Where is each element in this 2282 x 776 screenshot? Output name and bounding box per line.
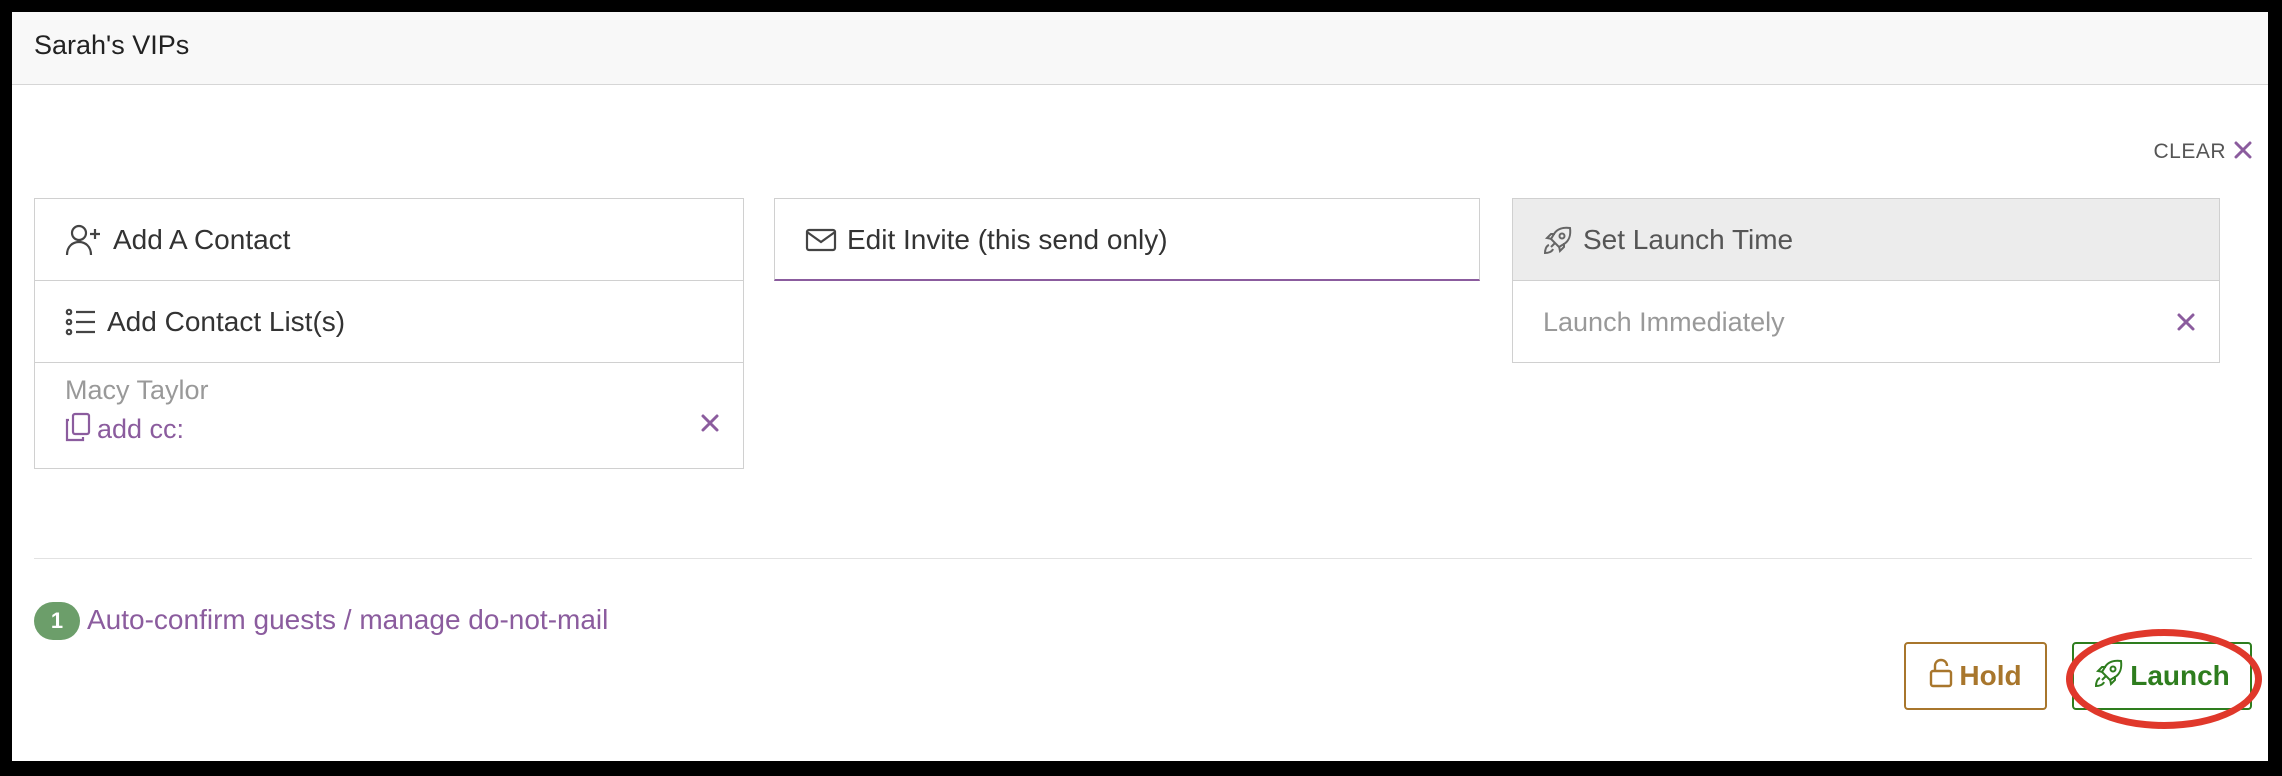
- copy-icon: [65, 412, 91, 447]
- launch-time-text: Launch Immediately: [1543, 306, 1785, 337]
- launch-time-panel: Set Launch Time Launch Immediately: [1512, 198, 2220, 363]
- set-launch-time-button[interactable]: Set Launch Time: [1513, 199, 2219, 281]
- edit-invite-label: Edit Invite (this send only): [847, 223, 1168, 255]
- add-contact-list-button[interactable]: Add Contact List(s): [35, 281, 743, 363]
- set-launch-time-label: Set Launch Time: [1583, 223, 1794, 255]
- invite-panel: Edit Invite (this send only): [774, 198, 1480, 281]
- add-user-icon: [65, 223, 103, 257]
- edit-invite-button[interactable]: Edit Invite (this send only): [775, 199, 1479, 280]
- launch-time-value[interactable]: Launch Immediately: [1513, 281, 2219, 363]
- rocket-icon: [2094, 658, 2124, 695]
- hold-label: Hold: [1959, 660, 2022, 691]
- hold-button[interactable]: Hold: [1904, 642, 2047, 710]
- close-icon: [2234, 141, 2252, 164]
- rocket-icon: [1543, 225, 1573, 255]
- launch-button[interactable]: Launch: [2072, 642, 2252, 710]
- add-cc-link[interactable]: add cc:: [65, 412, 209, 447]
- add-contact-list-label: Add Contact List(s): [107, 305, 346, 337]
- contact-name: Macy Taylor: [65, 375, 209, 405]
- remove-contact-button[interactable]: [700, 413, 720, 433]
- list-icon: [65, 308, 97, 336]
- clear-button[interactable]: CLEAR: [2153, 140, 2252, 164]
- dialog-frame: Sarah's VIPs CLEAR Add A Contact Add Con…: [12, 12, 2268, 761]
- count-badge: 1: [34, 602, 80, 640]
- add-contact-label: Add A Contact: [113, 223, 291, 255]
- envelope-icon: [805, 228, 837, 252]
- lock-icon: [1929, 658, 1953, 695]
- section-divider: [34, 558, 2252, 559]
- launch-label: Launch: [2130, 660, 2230, 691]
- selected-contact: Macy Taylor add cc:: [65, 375, 209, 447]
- page-title: Sarah's VIPs: [34, 30, 190, 60]
- clear-label: CLEAR: [2153, 140, 2226, 163]
- add-cc-label: add cc:: [97, 414, 185, 444]
- add-contact-button[interactable]: Add A Contact: [35, 199, 743, 281]
- header-bar: Sarah's VIPs: [12, 12, 2268, 85]
- contacts-panel: Add A Contact Add Contact List(s) Macy T…: [34, 198, 744, 469]
- clear-launch-time-button[interactable]: [2176, 312, 2196, 332]
- auto-confirm-link[interactable]: Auto-confirm guests / manage do-not-mail: [87, 604, 608, 636]
